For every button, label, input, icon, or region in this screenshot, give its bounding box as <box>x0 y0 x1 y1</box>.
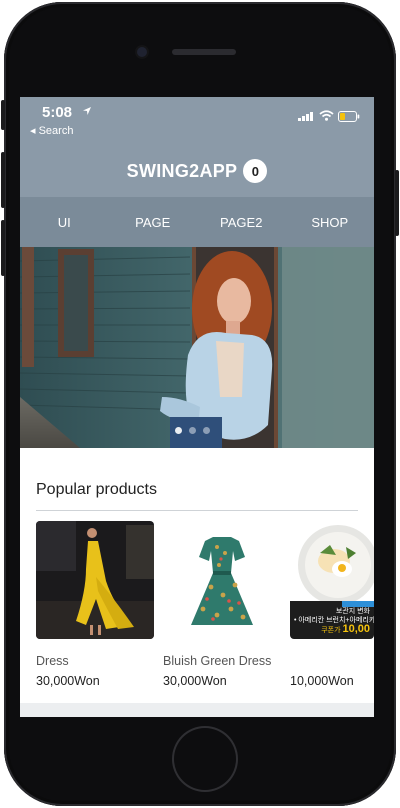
location-arrow-icon <box>83 107 91 115</box>
volume-up-button <box>1 152 5 208</box>
hero-banner[interactable] <box>20 247 374 448</box>
top-nav: UI PAGE PAGE2 SHOP <box>20 197 374 247</box>
front-camera <box>137 47 147 57</box>
bottom-strip <box>20 703 374 717</box>
section-title: Popular products <box>36 481 157 498</box>
promo-price-label: 쿠폰가 <box>321 627 341 634</box>
promo-price: 10,00 <box>342 623 370 635</box>
promo-banner: 보관지 변화 • 아메리칸 브런치+아메리카 쿠폰가 10,00 <box>290 605 374 639</box>
app-header: SWING2APP 0 <box>20 145 374 197</box>
volume-down-button <box>1 220 5 276</box>
product-name[interactable]: Dress <box>36 654 69 668</box>
wifi-icon <box>319 110 334 121</box>
app-screen: 5:08 ◂ Search SWING2APP 0 UI PAGE PAGE2 … <box>20 97 374 717</box>
product-price: 30,000Won <box>163 674 227 688</box>
nav-item-ui[interactable]: UI <box>20 197 109 247</box>
nav-item-page2[interactable]: PAGE2 <box>197 197 286 247</box>
product-card-dress[interactable]: Dress 30,000Won <box>36 521 154 688</box>
status-bar: 5:08 ◂ Search <box>20 97 374 145</box>
section-divider <box>36 510 358 511</box>
product-card-bluish-green-dress[interactable]: Bluish Green Dress 30,000Won <box>163 521 281 688</box>
promo-price-row: 쿠폰가 10,00 <box>294 623 370 635</box>
status-time: 5:08 <box>42 104 73 121</box>
power-button <box>395 170 399 236</box>
nav-item-page[interactable]: PAGE <box>109 197 198 247</box>
hero-image <box>20 247 374 448</box>
app-title: SWING2APP <box>126 160 238 181</box>
popular-products-section: Popular products Dress 30,000Won Bluish … <box>20 448 374 703</box>
product-image[interactable] <box>163 521 281 639</box>
product-image[interactable] <box>36 521 154 639</box>
cart-count-badge[interactable]: 0 <box>243 159 268 183</box>
product-name[interactable]: Bluish Green Dress <box>163 654 271 668</box>
product-image[interactable]: 보관지 변화 • 아메리칸 브런치+아메리카 쿠폰가 10,00 <box>290 521 374 639</box>
battery-icon <box>338 111 360 122</box>
carousel-dot[interactable] <box>175 427 182 434</box>
carousel-dot[interactable] <box>203 427 210 434</box>
carousel-dot[interactable] <box>189 427 196 434</box>
product-price: 30,000Won <box>36 674 100 688</box>
promo-line-1: 보관지 변화 <box>335 608 370 615</box>
mute-switch <box>1 100 5 130</box>
earpiece-speaker <box>172 49 236 55</box>
product-card-brunch[interactable]: 보관지 변화 • 아메리칸 브런치+아메리카 쿠폰가 10,00 10,000W… <box>290 521 374 688</box>
product-price: 10,000Won <box>290 674 354 688</box>
home-button[interactable] <box>174 728 236 790</box>
cellular-signal-icon <box>298 112 313 121</box>
carousel-dots <box>175 427 210 434</box>
back-to-search-link[interactable]: ◂ Search <box>30 124 73 137</box>
nav-item-shop[interactable]: SHOP <box>286 197 375 247</box>
